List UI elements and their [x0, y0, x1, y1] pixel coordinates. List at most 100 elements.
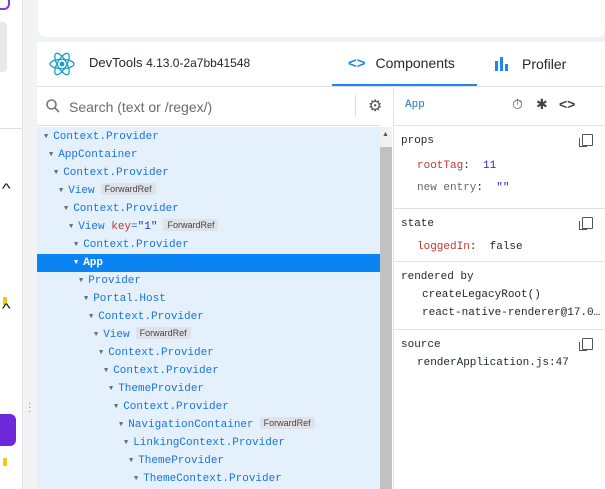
expand-triangle-icon[interactable]: ▼	[89, 308, 93, 326]
forwardref-badge: ForwardRef	[259, 417, 315, 429]
expand-triangle-icon[interactable]: ▼	[114, 398, 118, 416]
section-title: source	[401, 339, 441, 351]
rendered-by-item[interactable]: createLegacyRoot()	[422, 289, 541, 301]
section-title: rendered by	[401, 271, 474, 283]
tab-components-label: Components	[375, 55, 455, 71]
component-name: Portal.Host	[93, 293, 166, 305]
new-entry-row[interactable]: new entry: ""	[417, 182, 509, 194]
tree-row[interactable]: ▼ View ForwardRef	[37, 326, 380, 344]
component-name: NavigationContainer	[128, 419, 254, 431]
tree-row[interactable]: ▼ Provider	[37, 272, 380, 290]
search-icon	[46, 99, 60, 113]
state-row[interactable]: loggedIn: false	[417, 241, 523, 253]
gear-icon[interactable]: ⚙	[368, 96, 382, 116]
tree-row[interactable]: ▼ Context.Provider	[37, 362, 380, 380]
rendered-by-item[interactable]: react-native-renderer@17.0…	[422, 307, 600, 319]
prop-row[interactable]: rootTag: 11	[417, 160, 496, 172]
tree-row[interactable]: ▼ Context.Provider	[37, 128, 380, 146]
component-name: Context.Provider	[108, 347, 214, 359]
tree-row[interactable]: ▼ App	[37, 254, 380, 272]
view-source-icon[interactable]: <>	[559, 96, 575, 112]
expand-triangle-icon[interactable]: ▼	[79, 272, 83, 290]
tree-row[interactable]: ▼ Context.Provider	[37, 164, 380, 182]
tree-row[interactable]: ▼ View ForwardRef	[37, 182, 380, 200]
expand-triangle-icon[interactable]: ▼	[124, 434, 128, 452]
devtools-panel: DevTools 4.13.0-2a7bb41548 <> Components…	[37, 42, 605, 489]
chevron-up-icon[interactable]: ^	[2, 300, 11, 316]
expand-triangle-icon[interactable]: ▼	[54, 164, 58, 182]
expand-triangle-icon[interactable]: ▼	[104, 362, 108, 380]
tree-row[interactable]: ▼ ThemeContext.Provider	[37, 470, 380, 488]
tree-row[interactable]: ▼ LinkingContext.Provider	[37, 434, 380, 452]
drag-handle[interactable]: · · ·	[28, 399, 31, 417]
chevron-up-icon[interactable]: ^	[2, 180, 11, 196]
devtools-title: DevTools 4.13.0-2a7bb41548	[89, 55, 250, 70]
tree-row[interactable]: ▼ Context.Provider	[37, 344, 380, 362]
expand-triangle-icon[interactable]: ▼	[49, 146, 53, 164]
section-title: state	[401, 218, 435, 230]
expand-triangle-icon[interactable]: ▼	[84, 290, 88, 308]
tree-row[interactable]: ▼ Context.Provider	[37, 398, 380, 416]
sidebar-item[interactable]	[0, 22, 7, 72]
copy-icon[interactable]	[579, 217, 593, 230]
bar-chart-icon	[495, 57, 508, 71]
expand-triangle-icon[interactable]: ▼	[59, 182, 63, 200]
forwardref-badge: ForwardRef	[100, 183, 156, 195]
top-card	[38, 0, 605, 37]
expand-triangle-icon[interactable]: ▼	[74, 236, 78, 254]
expand-triangle-icon[interactable]: ▼	[74, 254, 78, 272]
component-name: Context.Provider	[73, 203, 179, 215]
search-input[interactable]	[67, 95, 351, 119]
state-value[interactable]: false	[490, 241, 523, 253]
tab-profiler[interactable]: Profiler	[492, 42, 604, 86]
tree-row[interactable]: ▼ ThemeProvider	[37, 380, 380, 398]
divider	[355, 95, 356, 117]
expand-triangle-icon[interactable]: ▼	[94, 326, 98, 344]
copy-icon[interactable]	[579, 134, 593, 147]
key-label: key	[111, 221, 132, 233]
new-entry-key[interactable]: new entry	[417, 182, 476, 194]
expand-triangle-icon[interactable]: ▼	[99, 344, 103, 362]
expand-triangle-icon[interactable]: ▼	[64, 200, 68, 218]
yellow-marker	[3, 458, 7, 466]
component-tree-pane: ⚙ ▼Context.Provider▼AppContainer▼Context…	[37, 87, 382, 489]
component-name: View	[78, 221, 105, 233]
bug-icon[interactable]: ✱	[536, 96, 548, 113]
component-name: Context.Provider	[63, 167, 169, 179]
inspector-header: App ⏱ ✱ <>	[394, 87, 605, 126]
tree-row[interactable]: ▼ Portal.Host	[37, 290, 380, 308]
component-name: Context.Provider	[83, 239, 189, 251]
tree-row[interactable]: ▼ Context.Provider	[37, 200, 380, 218]
purple-button[interactable]	[0, 414, 16, 446]
tree-row[interactable]: ▼ NavigationContainer ForwardRef	[37, 416, 380, 434]
component-name: Context.Provider	[53, 131, 159, 143]
scrollbar-thumb[interactable]	[380, 147, 392, 489]
tree-scrollbar[interactable]: ▲	[380, 127, 392, 489]
expand-triangle-icon[interactable]: ▼	[44, 128, 48, 146]
code-brackets-icon: <>	[348, 54, 366, 72]
expand-triangle-icon[interactable]: ▼	[109, 380, 113, 398]
tab-components[interactable]: <> Components	[332, 42, 477, 86]
tree-row[interactable]: ▼ Context.Provider	[37, 236, 380, 254]
new-entry-value[interactable]: ""	[496, 182, 509, 194]
tab-profiler-label: Profiler	[522, 56, 567, 72]
scroll-up-arrow[interactable]: ▲	[382, 131, 389, 138]
devtools-header: DevTools 4.13.0-2a7bb41548 <> Components…	[37, 42, 605, 87]
prop-key: rootTag	[417, 160, 464, 172]
tree-row[interactable]: ▼ View key="1" ForwardRef	[37, 218, 380, 236]
prop-value[interactable]: 11	[483, 160, 496, 172]
expand-triangle-icon[interactable]: ▼	[69, 218, 73, 236]
tree-row[interactable]: ▼ Context.Provider	[37, 308, 380, 326]
source-location[interactable]: renderApplication.js:47	[417, 357, 569, 369]
tree-row[interactable]: ▼ ThemeProvider	[37, 452, 380, 470]
stopwatch-icon[interactable]: ⏱	[512, 96, 523, 113]
state-key: loggedIn	[417, 241, 470, 253]
tree-row[interactable]: ▼ AppContainer	[37, 146, 380, 164]
component-name: AppContainer	[58, 149, 138, 161]
expand-triangle-icon[interactable]: ▼	[129, 452, 133, 470]
devtools-name: DevTools	[89, 55, 143, 70]
expand-triangle-icon[interactable]: ▼	[119, 416, 123, 434]
expand-triangle-icon[interactable]: ▼	[134, 470, 138, 488]
forwardref-badge: ForwardRef	[135, 327, 191, 339]
copy-icon[interactable]	[579, 338, 593, 351]
